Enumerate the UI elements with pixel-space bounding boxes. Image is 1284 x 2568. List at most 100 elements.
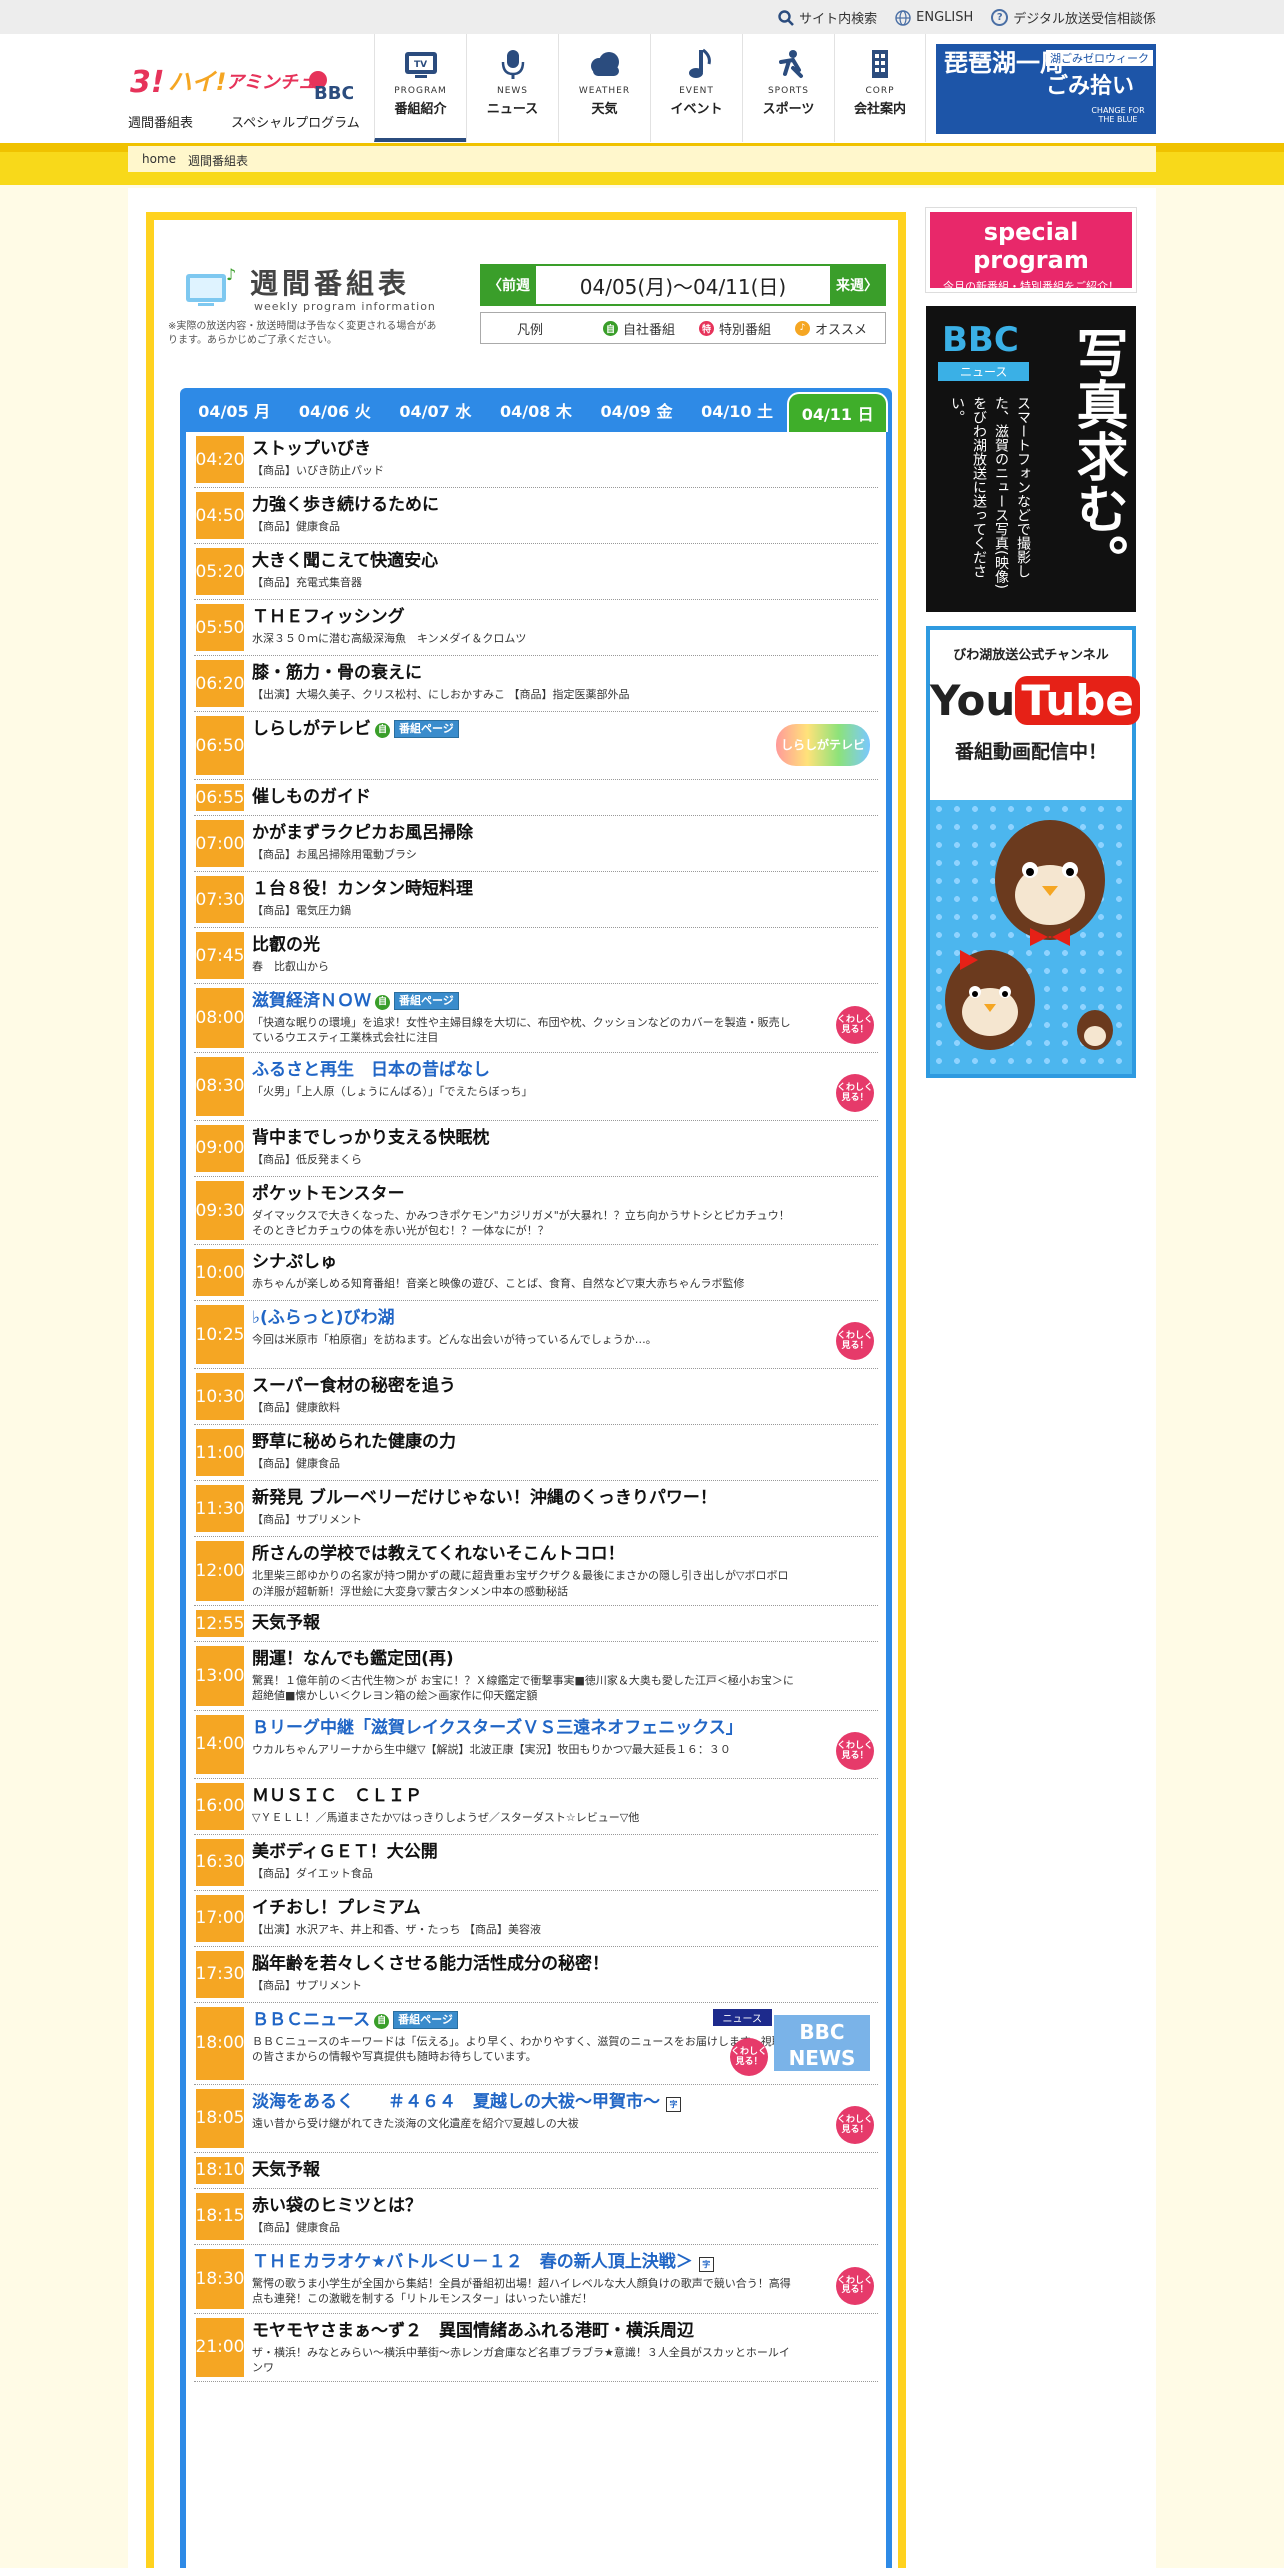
program-page-link[interactable]: 番組ページ <box>394 992 459 1010</box>
more-label-1: くわしく <box>836 1331 873 1342</box>
next-week-button[interactable]: 来週〉 <box>830 266 884 304</box>
program-title[interactable]: ふるさと再生 日本の昔ばなし <box>252 1059 798 1082</box>
program-body: モヤモヤさまぁ～ず２ 異国情緒あふれる港町・横浜周辺 ザ・横浜！みなとみらい～横浜… <box>252 2314 878 2382</box>
program-page-link[interactable]: 番組ページ <box>394 720 459 738</box>
day-tabs: 04/05 月 04/06 火 04/07 水 04/08 木 04/09 金 04/10… <box>180 388 892 432</box>
program-row: 21:00 モヤモヤさまぁ～ず２ 異国情緒あふれる港町・横浜周辺 ザ・横浜！みなとみ… <box>194 2314 878 2383</box>
program-title[interactable]: 滋賀経済ＮＯＷ 自番組ページ <box>252 990 798 1013</box>
sports-icon <box>778 50 803 78</box>
breadcrumb-home[interactable]: home <box>142 152 176 166</box>
more-details-button[interactable]: くわしく 見る！ <box>836 1322 874 1361</box>
program-time: 14:00 <box>196 1714 245 1774</box>
program-time: 04:50 <box>196 492 245 539</box>
tab-day-3[interactable]: 04/08 木 <box>486 388 587 432</box>
question-icon: ? <box>991 9 1009 26</box>
program-title-text: スーパー食材の秘密を追う <box>252 1376 456 1397</box>
tab-day-4[interactable]: 04/09 金 <box>586 388 687 432</box>
tab-day-6[interactable]: 04/11 日 <box>787 392 888 432</box>
nav-corp[interactable]: CORP 会社案内 <box>834 34 926 142</box>
prev-week-button[interactable]: 〈前週 <box>482 266 536 304</box>
more-label-2: 見る！ <box>841 2285 869 2296</box>
program-title[interactable]: ♭(ふらっと)びわ湖 <box>252 1307 798 1330</box>
recommend-icon: ♪ <box>795 320 811 336</box>
program-row: 12:55 天気予報 <box>194 1606 878 1643</box>
photo-request-banner[interactable]: BBC ニュース 写真求む。 スマートフォンなどで撮影した、滋賀のニュース写真(… <box>926 306 1136 612</box>
more-label-1: くわしく <box>836 1740 873 1751</box>
program-body: ふるさと再生 日本の昔ばなし 「火男」「上人原（しょうにんばる）」「でえたらぼっち… <box>252 1053 878 1105</box>
lake-cleanup-banner[interactable]: 琵琶湖一周 湖ごみゼロウィーク ごみ拾い CHANGE FOR THE BLUE <box>936 44 1156 134</box>
site-search-link[interactable]: サイト内検索 <box>778 8 877 27</box>
digital-help-link[interactable]: ? デジタル放送受信相談係 <box>991 8 1156 27</box>
program-description: 今回は米原市「柏原宿」を訪ねます。どんな出会いが待っているんでしょうか…。 <box>252 1333 657 1347</box>
more-details-button[interactable]: くわしく 見る！ <box>836 1005 874 1044</box>
program-row: 06:55 催しものガイド <box>194 780 878 816</box>
program-body: 比叡の光春 比叡山から <box>252 928 878 980</box>
banner-line3: ごみ拾い <box>1046 74 1135 99</box>
english-link[interactable]: ENGLISH <box>895 8 973 27</box>
program-row: 10:30 スーパー食材の秘密を追う 【商品】健康飲料 <box>194 1369 878 1426</box>
program-time: 10:00 <box>196 1249 245 1297</box>
program-body: ♭(ふらっと)びわ湖今回は米原市「柏原宿」を訪ねます。どんな出会いが待っているん… <box>252 1301 878 1353</box>
program-time: 21:00 <box>196 2317 245 2378</box>
program-body: ＭＵＳＩＣ ＣＬＩＰ ▽ＹＥＬＬ！／馬道まさたか▽はっきりしようぜ／スターダスト☆… <box>252 1779 878 1831</box>
nav-program[interactable]: TV PROGRAM 番組紹介 <box>374 34 466 142</box>
photo-request-text: スマートフォンなどで撮影した、滋賀のニュース写真(映像)をびわ湖放送に送ってくだ… <box>949 396 1031 589</box>
nav-news[interactable]: NEWS ニュース <box>466 34 558 142</box>
program-title[interactable]: 淡海をあるく ＃４６４ 夏越しの大祓～甲賀市～ 字 <box>252 2091 798 2114</box>
legend-recommend-label: オススメ <box>815 322 868 338</box>
program-title-text: 膝・筋力・骨の衰えに <box>252 663 422 683</box>
program-time: 17:30 <box>196 1950 245 1998</box>
news-tag: ニュース <box>712 2008 772 2026</box>
program-title: 背中までしっかり支える快眠枕 <box>252 1127 798 1150</box>
special-program-link[interactable]: スペシャルプログラム <box>231 112 360 131</box>
program-title-text: ＭＵＳＩＣ ＣＬＩＰ <box>252 1785 422 1806</box>
program-description: 驚愕の歌うま小学生が全国から集結！全員が番組初出場！超ハイレベルな大人顔負けの歌… <box>252 2276 791 2306</box>
nav-corp-jp: 会社案内 <box>853 102 906 117</box>
program-row: 08:30 ふるさと再生 日本の昔ばなし 「火男」「上人原（しょうにんばる）」「でえ… <box>194 1053 878 1121</box>
program-row: 07:30 １台８役！カンタン時短料理 【商品】電気圧力鍋 <box>194 872 878 928</box>
nav-sports[interactable]: SPORTS スポーツ <box>742 34 834 142</box>
program-title[interactable]: ＴＨＥカラオケ★バトル＜Ｕ－１２ 春の新人頂上決戦＞ 字 <box>252 2251 798 2274</box>
special-program-banner[interactable]: special program 今月の新番組・特別番組をご紹介！ <box>925 207 1137 293</box>
nav-weather-jp: 天気 <box>591 102 618 117</box>
program-time: 06:20 <box>196 660 245 707</box>
program-time: 18:30 <box>196 2248 245 2309</box>
program-title-text: 脳年齢を若々しくさせる能力活性成分の秘密！ <box>252 1953 609 1974</box>
weekly-schedule-link[interactable]: 週間番組表 <box>128 112 193 131</box>
program-title[interactable]: Ｂリーグ中継「滋賀レイクスターズＶＳ三遠ネオフェニックス」 <box>252 1717 798 1740</box>
more-label-1: くわしく <box>836 1014 873 1025</box>
photo-request-title: 写真求む。 <box>1067 326 1127 586</box>
program-body: 催しものガイド <box>252 780 878 815</box>
tv-icon: TV <box>404 52 437 78</box>
site-search-label: サイト内検索 <box>799 12 878 27</box>
week-navigator: 〈前週 04/05(月)～04/11(日) 来週〉 <box>480 264 886 306</box>
more-details-button[interactable]: くわしく 見る！ <box>836 1731 874 1770</box>
program-time: 04:20 <box>196 436 245 483</box>
more-details-button[interactable]: くわしく 見る！ <box>836 1073 874 1112</box>
program-body: イチおし！プレミアム 【出演】水沢アキ、井上和香、ザ・たっち 【商品】美容液 <box>252 1891 878 1943</box>
building-icon <box>872 50 888 78</box>
more-details-button[interactable]: くわしく 見る！ <box>836 2266 874 2305</box>
more-details-button[interactable]: くわしく 見る！ <box>836 2105 874 2144</box>
program-row: 16:00 ＭＵＳＩＣ ＣＬＩＰ ▽ＹＥＬＬ！／馬道まさたか▽はっきりしようぜ／スタ… <box>194 1779 878 1835</box>
nav-weather[interactable]: WEATHER 天気 <box>558 34 650 142</box>
youtube-banner[interactable]: びわ湖放送公式チャンネル You Tube 番組動画配信中！ <box>926 626 1140 1078</box>
tab-day-0[interactable]: 04/05 月 <box>184 388 285 432</box>
nav-event[interactable]: EVENT イベント <box>650 34 742 142</box>
program-title: 開運！なんでも鑑定団(再) <box>252 1648 798 1671</box>
program-title: スーパー食材の秘密を追う <box>252 1375 798 1398</box>
more-details-button[interactable]: くわしく 見る！ <box>730 2037 768 2076</box>
program-page-link[interactable]: 番組ページ <box>393 2010 458 2029</box>
program-title-text: モヤモヤさまぁ～ず２ 異国情緒あふれる港町・横浜周辺 <box>252 2320 694 2341</box>
bbc-news-sub: ニュース <box>938 362 1030 381</box>
caption-icon: 字 <box>666 2096 681 2112</box>
nav-weather-en: WEATHER <box>578 86 631 96</box>
program-time: 10:30 <box>196 1373 245 1421</box>
program-body: Ｂリーグ中継「滋賀レイクスターズＶＳ三遠ネオフェニックス」 ウカルちゃんアリーナか… <box>252 1711 878 1763</box>
tab-day-2[interactable]: 04/07 水 <box>385 388 486 432</box>
tab-day-5[interactable]: 04/10 土 <box>687 388 788 432</box>
program-time: 18:00 <box>196 2006 245 2080</box>
site-logo[interactable]: 3! ハイ! アミンチュ BBC <box>128 54 353 106</box>
program-body: ＴＨＥカラオケ★バトル＜Ｕ－１２ 春の新人頂上決戦＞ 字驚愕の歌うま小学生が全国か… <box>252 2245 878 2313</box>
tab-day-1[interactable]: 04/06 火 <box>285 388 386 432</box>
